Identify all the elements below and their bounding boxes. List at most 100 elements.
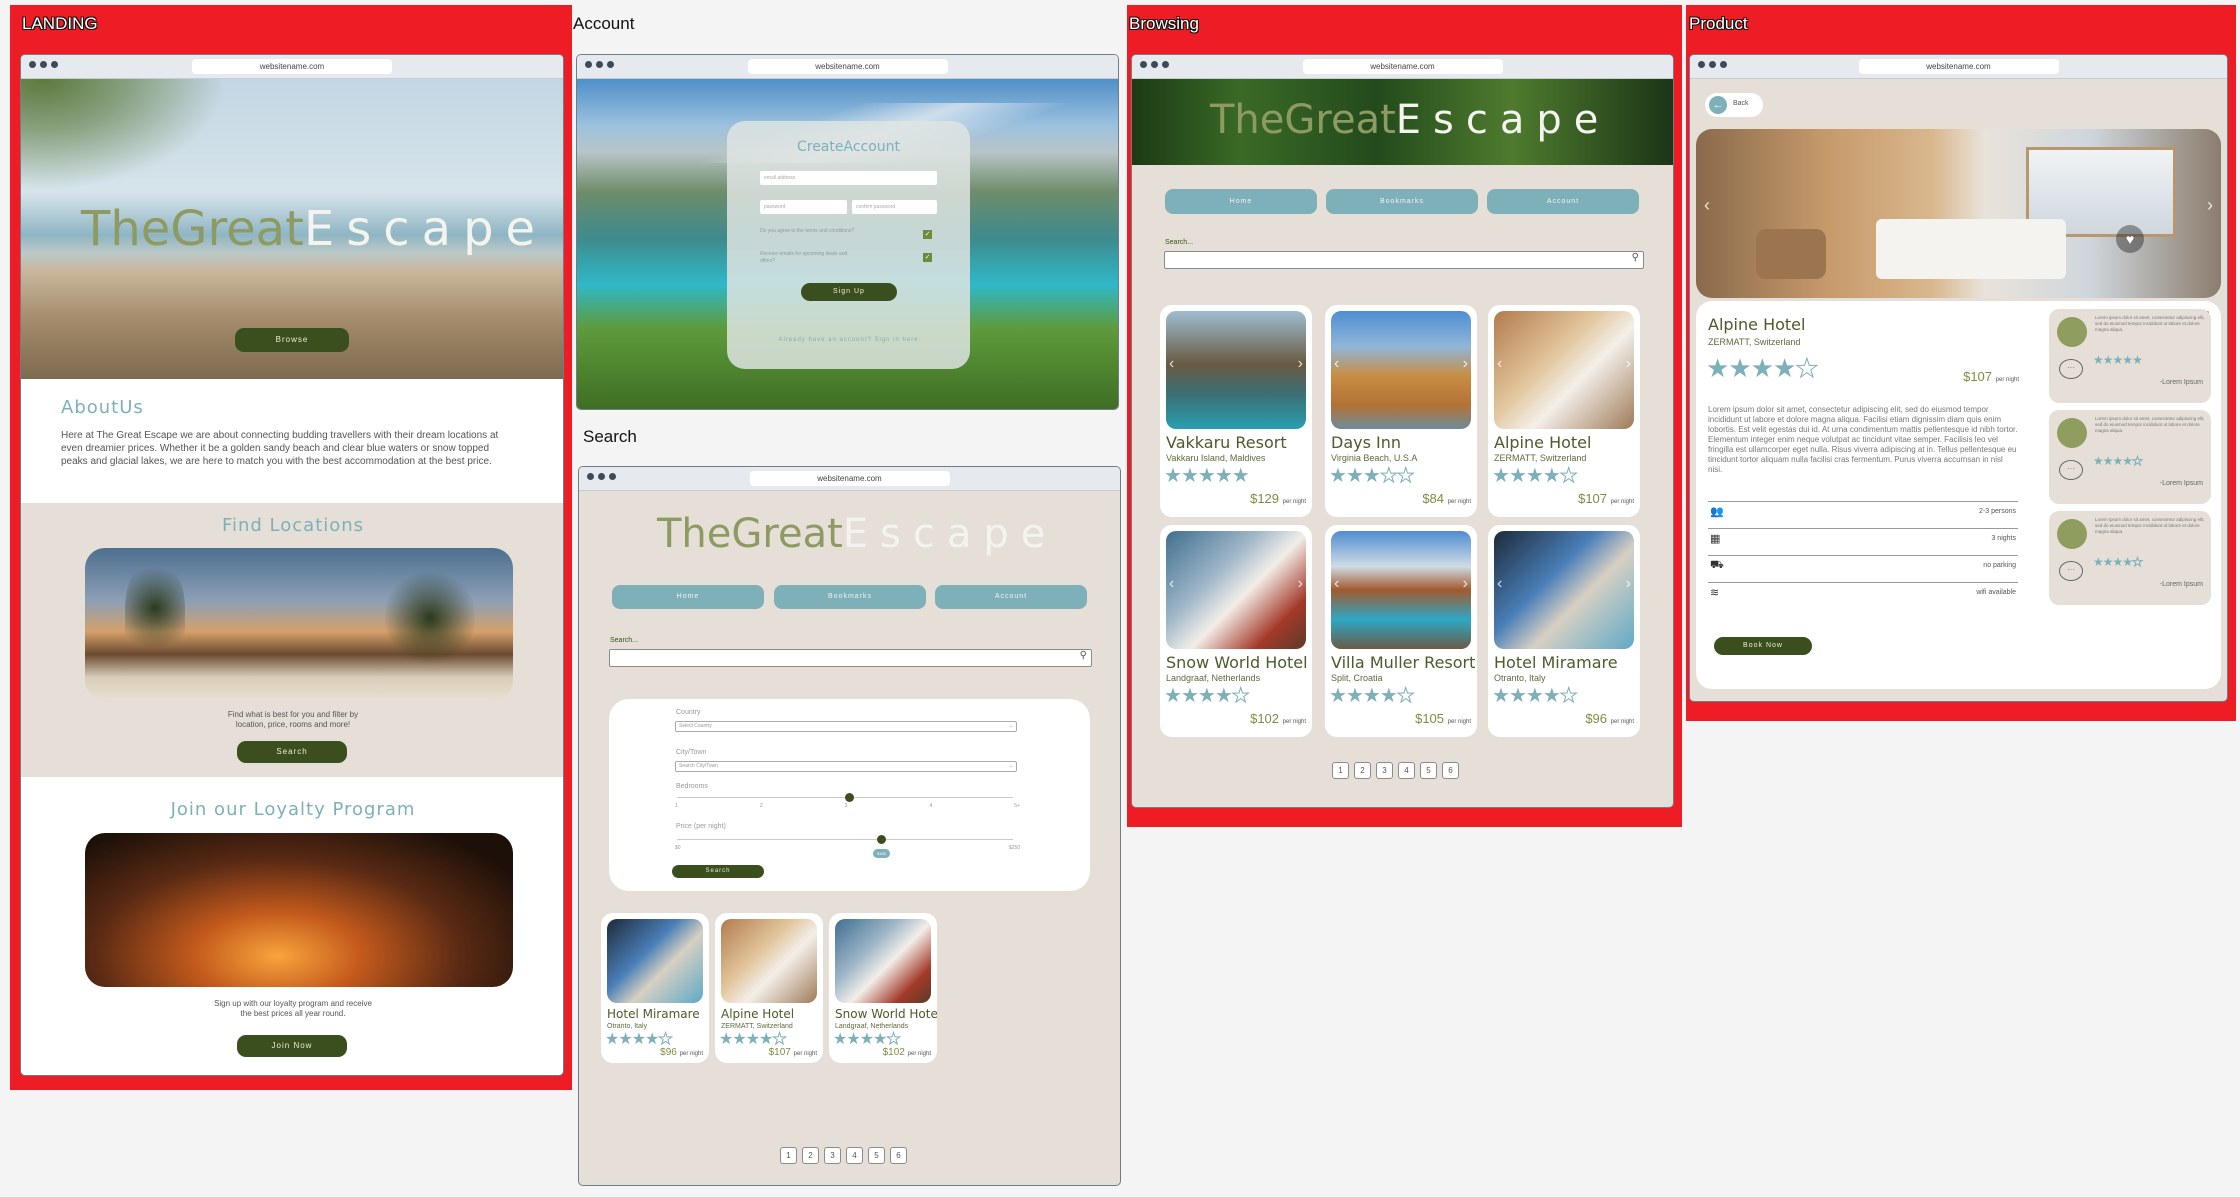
result-card[interactable]: Hotel Miramare Otranto, Italy ★★★★★ $96 … xyxy=(601,913,709,1063)
nav-home-button[interactable]: Home xyxy=(1165,189,1317,214)
image-prev-icon[interactable]: ‹ xyxy=(1497,575,1502,593)
result-image xyxy=(607,919,703,1003)
sign-in-link[interactable]: Already have an account? Sign in here xyxy=(727,337,970,343)
url-bar[interactable]: websitename.com xyxy=(747,59,948,74)
page-5-button[interactable]: 5 xyxy=(868,1147,885,1164)
hotel-location: Otranto, Italy xyxy=(1494,673,1546,683)
price-slider-thumb[interactable] xyxy=(877,835,886,844)
page-3-button[interactable]: 3 xyxy=(824,1147,841,1164)
image-next-icon[interactable]: › xyxy=(1298,355,1303,373)
result-card[interactable]: Alpine Hotel ZERMATT, Switzerland ★★★★★ … xyxy=(715,913,823,1063)
result-stars: ★★★★★ xyxy=(719,1031,787,1049)
nav-bookmarks-button[interactable]: Bookmarks xyxy=(774,585,926,609)
url-bar[interactable]: websitename.com xyxy=(192,59,392,74)
price-max: $250 xyxy=(1009,845,1021,851)
image-next-icon[interactable]: › xyxy=(1298,575,1303,593)
page-1-button[interactable]: 1 xyxy=(1332,762,1349,779)
favourite-heart-icon[interactable]: ♥ xyxy=(2116,225,2144,253)
nav-account-button[interactable]: Account xyxy=(1487,189,1639,214)
search-icon[interactable]: ⚲ xyxy=(1632,252,1639,263)
nav-bookmarks-button[interactable]: Bookmarks xyxy=(1326,189,1478,214)
hotel-location: Vakkaru Island, Maldives xyxy=(1166,453,1266,463)
price-slider[interactable]: $100 xyxy=(677,835,1013,858)
join-button[interactable]: Join Now xyxy=(237,1035,347,1057)
window-controls[interactable] xyxy=(1698,61,1727,68)
feature-text: wifi available xyxy=(1976,589,2016,596)
find-text: Find what is best for you and filter by … xyxy=(227,710,359,729)
hotel-card[interactable]: ‹ › Days Inn Virginia Beach, U.S.A ★★★★★… xyxy=(1325,305,1477,517)
search-browser: websitename.com TheGreatEscape Home Book… xyxy=(578,466,1121,1186)
browsing-logo: TheGreatEscape xyxy=(1210,97,1611,143)
avatar xyxy=(2057,418,2087,448)
window-controls[interactable] xyxy=(29,61,58,68)
hotel-card[interactable]: ‹ › Villa Muller Resort Split, Croatia ★… xyxy=(1325,525,1477,737)
image-next-icon[interactable]: › xyxy=(1463,575,1468,593)
search-input[interactable]: ⚲ xyxy=(1164,251,1644,269)
carousel-prev-icon[interactable]: ‹ xyxy=(1704,195,1710,216)
terms-checkbox[interactable]: ✓ xyxy=(923,230,932,239)
book-now-button[interactable]: Book Now xyxy=(1714,637,1812,655)
image-next-icon[interactable]: › xyxy=(1626,575,1631,593)
image-next-icon[interactable]: › xyxy=(1463,355,1468,373)
hotel-card[interactable]: ‹ › Hotel Miramare Otranto, Italy ★★★★★ … xyxy=(1488,525,1640,737)
review-stars: ★★★★★ xyxy=(2093,353,2143,367)
image-prev-icon[interactable]: ‹ xyxy=(1497,355,1502,373)
confirm-password-field[interactable]: confirm password xyxy=(852,200,937,214)
browser-bar: websitename.com xyxy=(579,467,1120,491)
image-prev-icon[interactable]: ‹ xyxy=(1334,355,1339,373)
window-controls[interactable] xyxy=(1140,61,1169,68)
reviewer-name: -Lorem Ipsum xyxy=(2159,379,2203,386)
page-6-button[interactable]: 6 xyxy=(1442,762,1459,779)
search-button[interactable]: Search xyxy=(237,741,347,763)
carousel-next-icon[interactable]: › xyxy=(2207,195,2213,216)
browser-bar: websitename.com xyxy=(21,55,563,79)
country-label: Country xyxy=(676,709,701,716)
search-input[interactable]: ⚲ xyxy=(609,649,1092,667)
result-image xyxy=(835,919,931,1003)
password-field[interactable]: password xyxy=(760,200,847,214)
feature-divider xyxy=(1708,501,2018,502)
page-2-button[interactable]: 2 xyxy=(802,1147,819,1164)
url-bar[interactable]: websitename.com xyxy=(749,471,950,486)
hotel-location: Landgraaf, Netherlands xyxy=(1166,673,1261,683)
result-card[interactable]: Snow World Hotel Landgraaf, Netherlands … xyxy=(829,913,937,1063)
page-5-button[interactable]: 5 xyxy=(1420,762,1437,779)
url-bar[interactable]: websitename.com xyxy=(1302,59,1503,74)
image-prev-icon[interactable]: ‹ xyxy=(1169,575,1174,593)
product-price: $107 per night xyxy=(1963,369,2019,384)
page-3-button[interactable]: 3 xyxy=(1376,762,1393,779)
sign-up-button[interactable]: Sign Up xyxy=(801,283,897,301)
nav-account-button[interactable]: Account xyxy=(935,585,1087,609)
city-select[interactable]: Search City/Town ⌄ xyxy=(675,761,1017,772)
bedrooms-slider[interactable] xyxy=(677,793,1013,802)
page-2-button[interactable]: 2 xyxy=(1354,762,1371,779)
browse-button[interactable]: Browse xyxy=(235,328,349,352)
back-button[interactable]: ← Back xyxy=(1705,93,1763,117)
hotel-name: Vakkaru Resort xyxy=(1166,433,1287,452)
comment-icon[interactable]: ··· xyxy=(2059,460,2083,480)
hotel-card[interactable]: ‹ › Vakkaru Resort Vakkaru Island, Maldi… xyxy=(1160,305,1312,517)
hotel-card[interactable]: ‹ › Snow World Hotel Landgraaf, Netherla… xyxy=(1160,525,1312,737)
window-controls[interactable] xyxy=(587,473,616,480)
hotel-name: Days Inn xyxy=(1331,433,1402,452)
search-icon[interactable]: ⚲ xyxy=(1080,650,1087,661)
page-6-button[interactable]: 6 xyxy=(890,1147,907,1164)
image-prev-icon[interactable]: ‹ xyxy=(1334,575,1339,593)
page-4-button[interactable]: 4 xyxy=(846,1147,863,1164)
nav-home-button[interactable]: Home xyxy=(612,585,764,609)
emails-checkbox[interactable]: ✓ xyxy=(923,253,932,262)
image-next-icon[interactable]: › xyxy=(1626,355,1631,373)
image-prev-icon[interactable]: ‹ xyxy=(1169,355,1174,373)
comment-icon[interactable]: ··· xyxy=(2059,561,2083,581)
filter-search-button[interactable]: Search xyxy=(672,865,764,878)
page-1-button[interactable]: 1 xyxy=(780,1147,797,1164)
email-field[interactable]: email address xyxy=(760,171,937,185)
bedrooms-slider-thumb[interactable] xyxy=(845,793,854,802)
feature-text: no parking xyxy=(1983,562,2016,569)
url-bar[interactable]: websitename.com xyxy=(1858,59,2059,74)
hotel-card[interactable]: ‹ › Alpine Hotel ZERMATT, Switzerland ★★… xyxy=(1488,305,1640,517)
window-controls[interactable] xyxy=(585,61,614,68)
page-4-button[interactable]: 4 xyxy=(1398,762,1415,779)
comment-icon[interactable]: ··· xyxy=(2059,359,2083,379)
country-select[interactable]: Select Country ⌄ xyxy=(675,721,1017,732)
